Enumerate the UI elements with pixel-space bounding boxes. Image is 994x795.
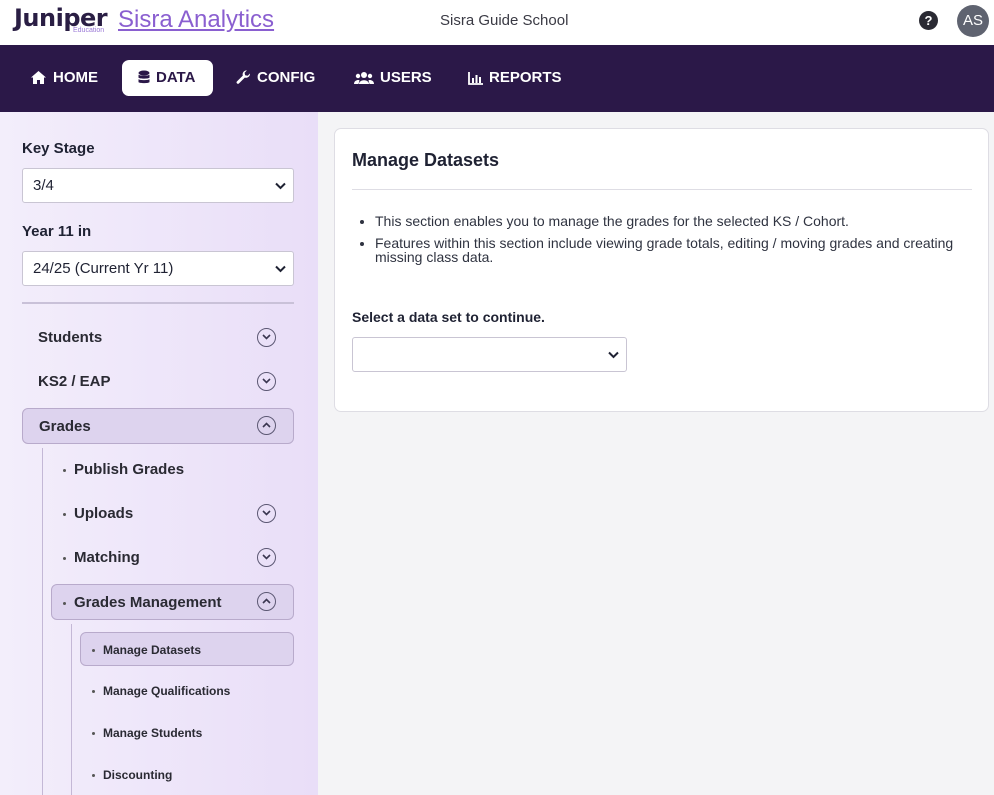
nav-users[interactable]: USERS xyxy=(344,60,444,96)
tree-line xyxy=(71,624,72,795)
nav-data-label: DATA xyxy=(156,69,196,86)
year-label: Year 11 in xyxy=(22,223,92,240)
sidebar-item-label: Matching xyxy=(74,549,140,566)
sidebar-item-label: Publish Grades xyxy=(74,461,185,478)
info-list: This section enables you to manage the g… xyxy=(375,214,965,272)
users-icon xyxy=(354,72,374,84)
bullet-icon xyxy=(92,649,95,653)
bullet-icon xyxy=(63,468,66,472)
nav-config-label: CONFIG xyxy=(257,69,316,86)
tree-line xyxy=(42,448,43,795)
bullet-icon xyxy=(63,512,66,516)
chevron-down-icon xyxy=(275,182,286,190)
sidebar-item-label: Manage Qualifications xyxy=(103,684,231,698)
chevron-down-icon[interactable] xyxy=(257,548,276,567)
chevron-down-icon xyxy=(608,351,619,359)
sidebar-item-label: Manage Datasets xyxy=(103,643,202,657)
chevron-up-icon[interactable] xyxy=(257,592,276,611)
sidebar-item-publish-grades[interactable]: Publish Grades xyxy=(51,452,294,488)
key-stage-select[interactable]: 3/4 xyxy=(22,168,294,203)
sidebar-item-label: Students xyxy=(38,329,103,346)
sidebar-item-matching[interactable]: Matching xyxy=(51,540,294,576)
info-item: This section enables you to manage the g… xyxy=(375,214,965,228)
bar-chart-icon xyxy=(468,72,483,85)
info-item: Features within this section include vie… xyxy=(375,236,965,264)
chevron-down-icon[interactable] xyxy=(257,328,276,347)
main-nav: HOME DATA CONFIG USERS REPORTS xyxy=(0,45,994,112)
dataset-select[interactable] xyxy=(352,337,627,372)
bullet-icon xyxy=(92,732,95,736)
sidebar-divider xyxy=(22,302,294,304)
chevron-down-icon[interactable] xyxy=(257,372,276,391)
key-stage-label: Key Stage xyxy=(22,140,95,157)
sidebar-item-label: Grades Management xyxy=(74,594,222,611)
home-icon xyxy=(31,71,46,84)
user-avatar[interactable]: AS xyxy=(957,5,989,37)
chevron-down-icon xyxy=(275,265,286,273)
top-bar: Juniper Education Sisra Analytics Sisra … xyxy=(0,0,994,45)
nav-home-label: HOME xyxy=(53,69,98,86)
bullet-icon xyxy=(63,601,66,605)
nav-reports[interactable]: REPORTS xyxy=(458,60,574,96)
sidebar-item-ks2-eap[interactable]: KS2 / EAP xyxy=(22,364,294,400)
nav-users-label: USERS xyxy=(380,69,432,86)
chevron-down-icon[interactable] xyxy=(257,504,276,523)
database-icon xyxy=(138,70,150,84)
year-select[interactable]: 24/25 (Current Yr 11) xyxy=(22,251,294,286)
nav-data[interactable]: DATA xyxy=(122,60,213,96)
manage-datasets-card: Manage Datasets This section enables you… xyxy=(334,128,989,412)
sidebar-item-students[interactable]: Students xyxy=(22,320,294,356)
sidebar-item-manage-students[interactable]: Manage Students xyxy=(80,716,294,750)
bullet-icon xyxy=(92,774,95,778)
sidebar-item-label: Grades xyxy=(39,418,91,435)
bullet-icon xyxy=(92,690,95,694)
sidebar-item-manage-qualifications[interactable]: Manage Qualifications xyxy=(80,674,294,708)
sidebar-item-label: Uploads xyxy=(74,505,134,522)
school-name: Sisra Guide School xyxy=(440,12,569,29)
sidebar-item-discounting[interactable]: Discounting xyxy=(80,758,294,792)
sidebar: Key Stage 3/4 Year 11 in 24/25 (Current … xyxy=(0,112,318,795)
card-divider xyxy=(352,189,972,190)
sidebar-item-label: Discounting xyxy=(103,768,173,782)
wrench-icon xyxy=(236,70,251,84)
sidebar-item-grades[interactable]: Grades xyxy=(22,408,294,444)
sidebar-item-uploads[interactable]: Uploads xyxy=(51,496,294,532)
sidebar-item-label: Manage Students xyxy=(103,726,203,740)
bullet-icon xyxy=(63,556,66,560)
help-icon[interactable]: ? xyxy=(919,11,938,30)
nav-config[interactable]: CONFIG xyxy=(226,60,327,96)
chevron-up-icon[interactable] xyxy=(257,416,276,435)
nav-reports-label: REPORTS xyxy=(489,69,562,86)
key-stage-value: 3/4 xyxy=(33,177,54,194)
nav-home[interactable]: HOME xyxy=(20,60,110,96)
sidebar-item-manage-datasets[interactable]: Manage Datasets xyxy=(80,632,294,666)
dataset-prompt: Select a data set to continue. xyxy=(352,309,545,325)
year-value: 24/25 (Current Yr 11) xyxy=(33,260,174,277)
product-name-link[interactable]: Sisra Analytics xyxy=(118,6,274,34)
sidebar-item-grades-management[interactable]: Grades Management xyxy=(51,584,294,620)
juniper-logo-subtitle: Education xyxy=(73,27,105,34)
sidebar-item-label: KS2 / EAP xyxy=(38,373,111,390)
page-title: Manage Datasets xyxy=(352,150,500,170)
